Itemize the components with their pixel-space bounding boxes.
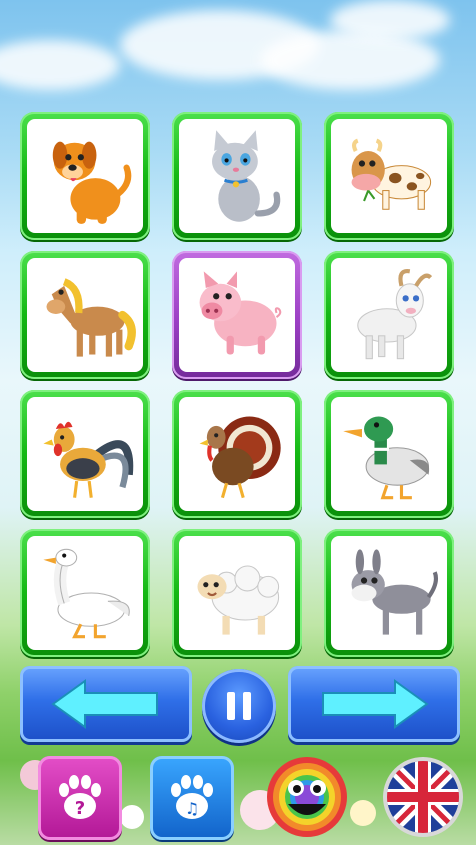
sounds-button[interactable]: ♫ (150, 756, 234, 840)
horse-icon (46, 278, 136, 357)
goose-icon (43, 548, 130, 639)
cow-icon (351, 138, 432, 210)
card-goose[interactable] (20, 529, 150, 657)
card-turkey[interactable] (172, 390, 302, 518)
next-button-wrap (288, 666, 460, 742)
card-goose-face (27, 536, 143, 650)
animal-grid (20, 112, 460, 657)
language-button[interactable] (382, 756, 464, 838)
prev-button[interactable] (20, 666, 192, 742)
arrow-right-icon (322, 679, 429, 729)
pause-button[interactable] (202, 669, 276, 743)
card-sheep-face (179, 536, 295, 650)
rainbow-smiley-icon (267, 757, 347, 837)
goat-icon (357, 269, 433, 360)
card-donkey-face (331, 536, 447, 650)
card-rooster[interactable] (20, 390, 150, 518)
sheep-icon (197, 565, 280, 635)
cat-icon (212, 130, 281, 222)
donkey-icon (351, 549, 439, 635)
rooster-icon (43, 421, 134, 498)
card-rooster-face (27, 397, 143, 511)
prev-button-wrap (20, 666, 192, 742)
card-duck[interactable] (324, 390, 454, 518)
paw-music-icon: ♫ (171, 775, 213, 819)
uk-flag-icon (383, 757, 463, 837)
card-horse[interactable] (20, 251, 150, 379)
duck-icon (343, 416, 430, 500)
quiz-button[interactable]: ? (38, 756, 122, 840)
card-goat[interactable] (324, 251, 454, 379)
arrow-left-icon (51, 679, 158, 729)
svg-text:?: ? (75, 798, 85, 819)
card-pig-face (179, 258, 295, 372)
pig-icon (199, 271, 282, 355)
card-cow-face (331, 119, 447, 233)
smiley-button[interactable] (266, 756, 348, 838)
paw-question-icon: ? (59, 775, 101, 819)
card-dog-face (27, 119, 143, 233)
pause-icon (223, 692, 255, 720)
card-donkey[interactable] (324, 529, 454, 657)
card-dog[interactable] (20, 112, 150, 240)
card-cow[interactable] (324, 112, 454, 240)
card-turkey-face (179, 397, 295, 511)
turkey-icon (199, 416, 281, 499)
next-button[interactable] (288, 666, 460, 742)
card-horse-face (27, 258, 143, 372)
card-cat-face (179, 119, 295, 233)
card-pig[interactable] (172, 251, 302, 379)
dog-icon (52, 141, 132, 224)
card-sheep[interactable] (172, 529, 302, 657)
card-cat[interactable] (172, 112, 302, 240)
svg-text:♫: ♫ (185, 799, 199, 818)
card-duck-face (331, 397, 447, 511)
card-goat-face (331, 258, 447, 372)
